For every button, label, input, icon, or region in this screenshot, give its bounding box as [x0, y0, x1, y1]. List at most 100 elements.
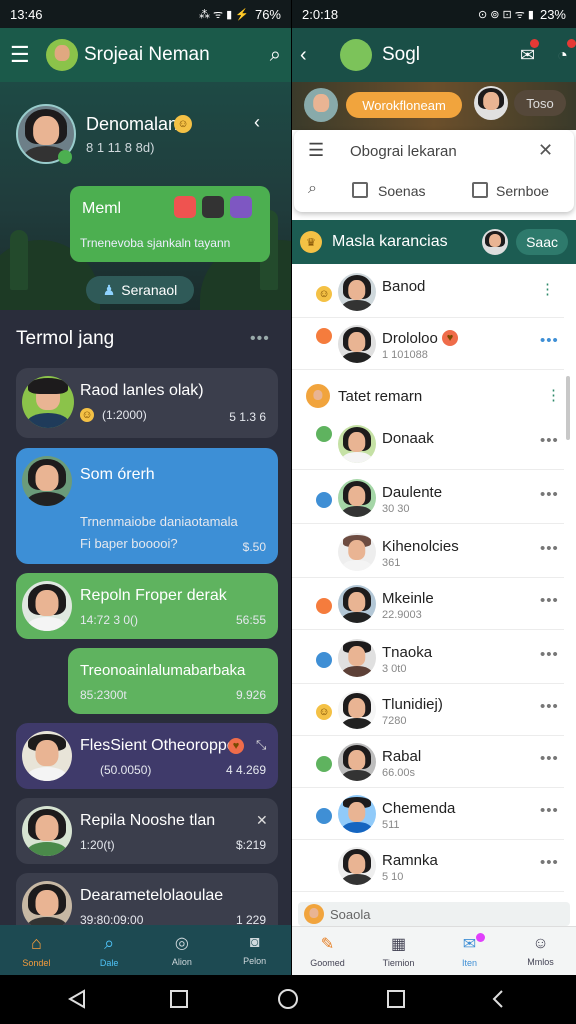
banner-chip[interactable]: Worokfloneam: [346, 92, 462, 118]
search-icon[interactable]: ⌕: [270, 44, 281, 67]
list-item[interactable]: Drololoo ♥ 1 101088 •••: [292, 318, 564, 370]
nav-compose[interactable]: ✎ Goomed: [292, 927, 363, 975]
action-chip[interactable]: ♟ Seranaol: [86, 276, 194, 304]
alert-icon[interactable]: ◔: [557, 38, 576, 66]
more-icon[interactable]: •••: [540, 750, 559, 767]
home-icon[interactable]: [170, 990, 188, 1008]
nav-home[interactable]: ⌂ Sondel: [0, 925, 73, 975]
item-sub: 22.9003: [382, 609, 422, 621]
app-logo: [340, 39, 372, 71]
filter-chip[interactable]: Saac: [516, 229, 568, 255]
card-amount: $.50: [242, 540, 266, 554]
status-icons: ⁂ ᯤ ▮ ⚡: [199, 8, 249, 21]
more-icon[interactable]: •••: [540, 432, 559, 449]
banner-avatar[interactable]: [474, 86, 508, 120]
message-bubble[interactable]: Meml Trnenevoba sjankaln tayann: [70, 186, 270, 262]
list-item[interactable]: ☺ Banod ⋮: [292, 266, 564, 318]
notification-icon[interactable]: ✉: [520, 38, 540, 66]
action-label: Seranaol: [121, 282, 178, 298]
section-header: Tatet remarn ⋮: [292, 376, 564, 416]
more-icon[interactable]: •••: [540, 332, 559, 349]
chat-card[interactable]: Repoln Froper derak 14:72 3 0() 56:55: [16, 573, 278, 639]
list-item[interactable]: Kihenolcies 361 •••: [292, 526, 564, 578]
list-item[interactable]: Donaak •••: [292, 418, 564, 470]
list-item[interactable]: ☺ Tlunidiej) 7280 •••: [292, 684, 564, 736]
filter-bar: ♛ Masla karancias Saac: [292, 220, 576, 264]
heart-eyes-emoji-icon: ♥: [228, 738, 244, 754]
more-icon[interactable]: •••: [540, 540, 559, 557]
nav-grid[interactable]: ▦ Tiemion: [363, 927, 434, 975]
nav-search[interactable]: ⌕ Dale: [73, 925, 146, 975]
nav-globe[interactable]: ◎ Alion: [146, 925, 219, 975]
close-icon[interactable]: ✕: [256, 812, 268, 829]
avatar: [22, 376, 74, 428]
item-name: Kihenolcies: [382, 538, 459, 555]
back-icon[interactable]: ‹: [300, 44, 340, 67]
search-input[interactable]: Obograi lekaran: [350, 143, 457, 160]
nav-profile[interactable]: ☺ Mmlos: [505, 927, 576, 975]
item-sub: 66.00s: [382, 767, 416, 779]
circle-home-icon[interactable]: [278, 989, 298, 1009]
more-icon[interactable]: ⋮: [540, 280, 556, 298]
avatar: [338, 585, 376, 623]
chat-card[interactable]: Raod lanles olak) ☺ (1:2000) 5 1.3 6: [16, 368, 278, 438]
emoji-icon: ☺: [316, 286, 332, 302]
search-icon: ⌕: [104, 932, 115, 953]
chat-card[interactable]: FlesSient Otheoroppe ♥ ⤡ (50.0050) 4 4.2…: [16, 723, 278, 789]
back-icon[interactable]: [67, 989, 85, 1009]
menu-icon[interactable]: ☰: [308, 140, 324, 161]
more-icon[interactable]: •••: [540, 486, 559, 503]
avatar: [22, 881, 72, 931]
message-input[interactable]: Soaola: [298, 902, 570, 926]
list-item[interactable]: Rabal 66.00s •••: [292, 736, 564, 788]
item-sub: 30 30: [382, 503, 410, 515]
chat-card[interactable]: Repila Nooshe tlan ✕ 1:20(t) $:219: [16, 798, 278, 864]
search-icon[interactable]: ⌕: [308, 180, 317, 198]
close-icon[interactable]: ✕: [538, 140, 553, 161]
more-icon[interactable]: •••: [540, 854, 559, 871]
app-bar: ☰ Srojeai Neman ⌕: [0, 28, 291, 82]
list-item[interactable]: Tnaoka 3 0t0 •••: [292, 632, 564, 684]
checkbox[interactable]: [352, 182, 368, 198]
more-icon[interactable]: •••: [540, 698, 559, 715]
card-sub: (1:2000): [102, 408, 147, 422]
avatar: [338, 325, 376, 363]
chevron-left-icon[interactable]: ‹: [254, 112, 260, 133]
menu-icon[interactable]: ☰: [10, 42, 40, 68]
back-icon[interactable]: [492, 990, 503, 1008]
banner-chip[interactable]: Toso: [514, 90, 566, 116]
bubble-text: Trnenevoba sjankaln tayann: [80, 236, 231, 250]
card-name: Repoln Froper derak: [80, 587, 227, 604]
section-title: Tatet remarn: [338, 388, 423, 405]
more-icon[interactable]: •••: [540, 802, 559, 819]
chat-card[interactable]: Som órerh Trnenmaiobe daniaotamala Fi ba…: [16, 448, 278, 564]
expand-icon[interactable]: ⤡: [256, 737, 266, 753]
item-name: Drololoo: [382, 330, 438, 347]
checkbox[interactable]: [472, 182, 488, 198]
more-icon[interactable]: ⋮: [546, 386, 561, 404]
scrollbar[interactable]: [566, 376, 570, 440]
list-item[interactable]: Daulente 30 30 •••: [292, 472, 564, 524]
nav-label: Dale: [99, 957, 119, 968]
nav-label: Goomed: [310, 958, 345, 968]
list-item[interactable]: Ramnka 5 10 •••: [292, 840, 564, 892]
avatar: [304, 904, 324, 924]
banner-avatar[interactable]: [304, 88, 338, 122]
item-sub: 1 101088: [382, 349, 428, 361]
checkbox-label: Sernboe: [496, 183, 549, 199]
nav-chat[interactable]: ✉ Iten: [434, 927, 505, 975]
filter-avatar[interactable]: [482, 229, 509, 255]
item-name: Tlunidiej): [382, 696, 443, 713]
system-nav-bar: [0, 975, 576, 1024]
status-dot-icon: [316, 598, 332, 614]
nav-camera[interactable]: ◙ Pelon: [218, 925, 291, 975]
more-icon[interactable]: •••: [540, 592, 559, 609]
more-icon[interactable]: •••: [540, 646, 559, 663]
list-item[interactable]: Mkeinle 22.9003 •••: [292, 578, 564, 630]
list-item[interactable]: Chemenda 511 •••: [292, 788, 564, 840]
more-icon[interactable]: •••: [250, 330, 270, 348]
left-pane: 13:46 ⁂ ᯤ ▮ ⚡ 76% ☰ Srojeai Neman ⌕ Deno…: [0, 0, 291, 975]
chat-card[interactable]: Treonoainlalumabarbaka 85:2300t 9.926: [68, 648, 278, 714]
emoji-icon: ☺: [80, 408, 94, 422]
recents-icon[interactable]: [387, 990, 405, 1008]
